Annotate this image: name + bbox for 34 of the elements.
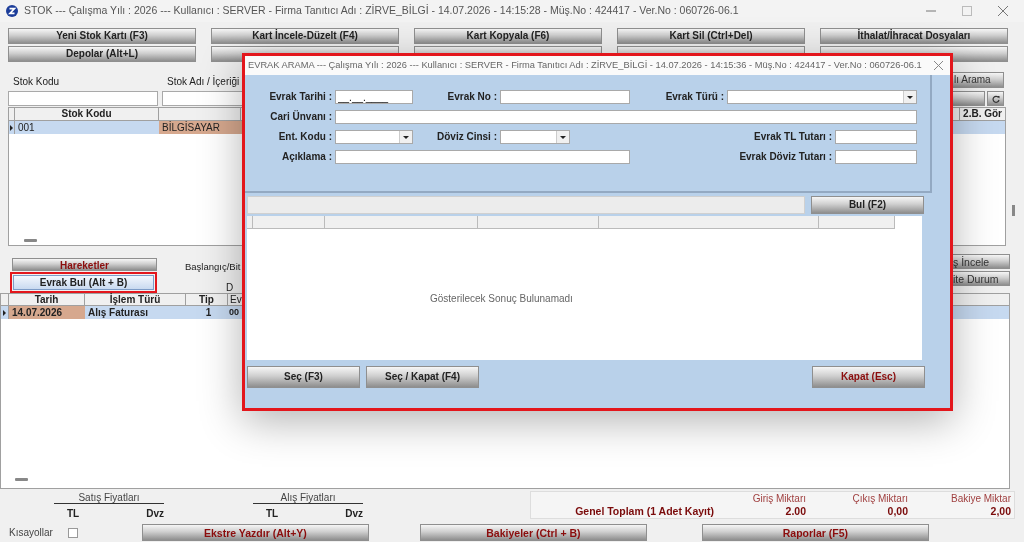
field-label: Döviz Cinsi : xyxy=(437,130,498,144)
total-value: 2,00 xyxy=(989,505,1011,518)
column-label: Giriş Miktarı xyxy=(751,492,806,505)
field-label: Evrak Türü : xyxy=(665,90,725,104)
total-value: 2.00 xyxy=(784,505,806,518)
table-cell-text: 1 xyxy=(204,306,213,319)
field-label: Stok Kodu xyxy=(13,75,60,89)
field-label: Evrak Döviz Tutarı : xyxy=(739,150,833,164)
field-label: Evrak TL Tutarı : xyxy=(754,130,833,144)
table-cell-text: 001 xyxy=(17,121,36,134)
field-label: D xyxy=(226,281,234,295)
empty-message: Gösterilecek Sonuç Bulunamadı xyxy=(430,292,573,306)
field-label: Cari Ünvanı : xyxy=(270,110,333,124)
table-cell: 14.07.2026 xyxy=(9,306,85,319)
table-cell-text: 00 xyxy=(228,306,240,319)
column-label: Çıkış Miktarı xyxy=(851,492,908,505)
window-title: STOK --- Çalışma Yılı : 2026 --- Kullanıcı : SERVER - Firma Tanıtıcı Adı : ZİRVE_BİLGİ - 14.07.2026 - 14:15:28 - Müş.No : 424417 - Ver.No : 060726-06.1 xyxy=(24,3,739,19)
shortcuts-label: Kısayollar xyxy=(9,526,53,540)
field-label: Açıklama : xyxy=(281,150,333,164)
column-label: Bakiye Miktar xyxy=(950,492,1011,505)
column-label: Dvz xyxy=(146,507,164,521)
table-cell-text: Alış Faturası xyxy=(87,306,150,319)
field-label: Evrak Tarihi : xyxy=(269,90,333,104)
column-label: TL xyxy=(266,507,279,521)
field-label: Evrak No : xyxy=(447,90,498,104)
column-label: Dvz xyxy=(345,507,363,521)
column-label: TL xyxy=(67,507,80,521)
total-value: 0,00 xyxy=(886,505,908,518)
field-label: Başlangıç/Bit xyxy=(185,260,241,274)
total-label: Genel Toplam (1 Adet Kayıt) xyxy=(574,505,714,518)
dialog-title: EVRAK ARAMA --- Çalışma Yılı : 2026 --- Kullanıcı : SERVER - Firma Tanıtıcı Adı : ZİRVE_BİLGİ - 14.07.2026 - 14:15:36 - Müş.No : 424417 - Ver.No : 060726-06.1 xyxy=(248,58,922,72)
section-title: Satış Fiyatları xyxy=(54,493,164,504)
section-title: Alış Fiyatları xyxy=(253,493,363,504)
field-label: Stok Adı / İçeriği xyxy=(167,74,240,89)
